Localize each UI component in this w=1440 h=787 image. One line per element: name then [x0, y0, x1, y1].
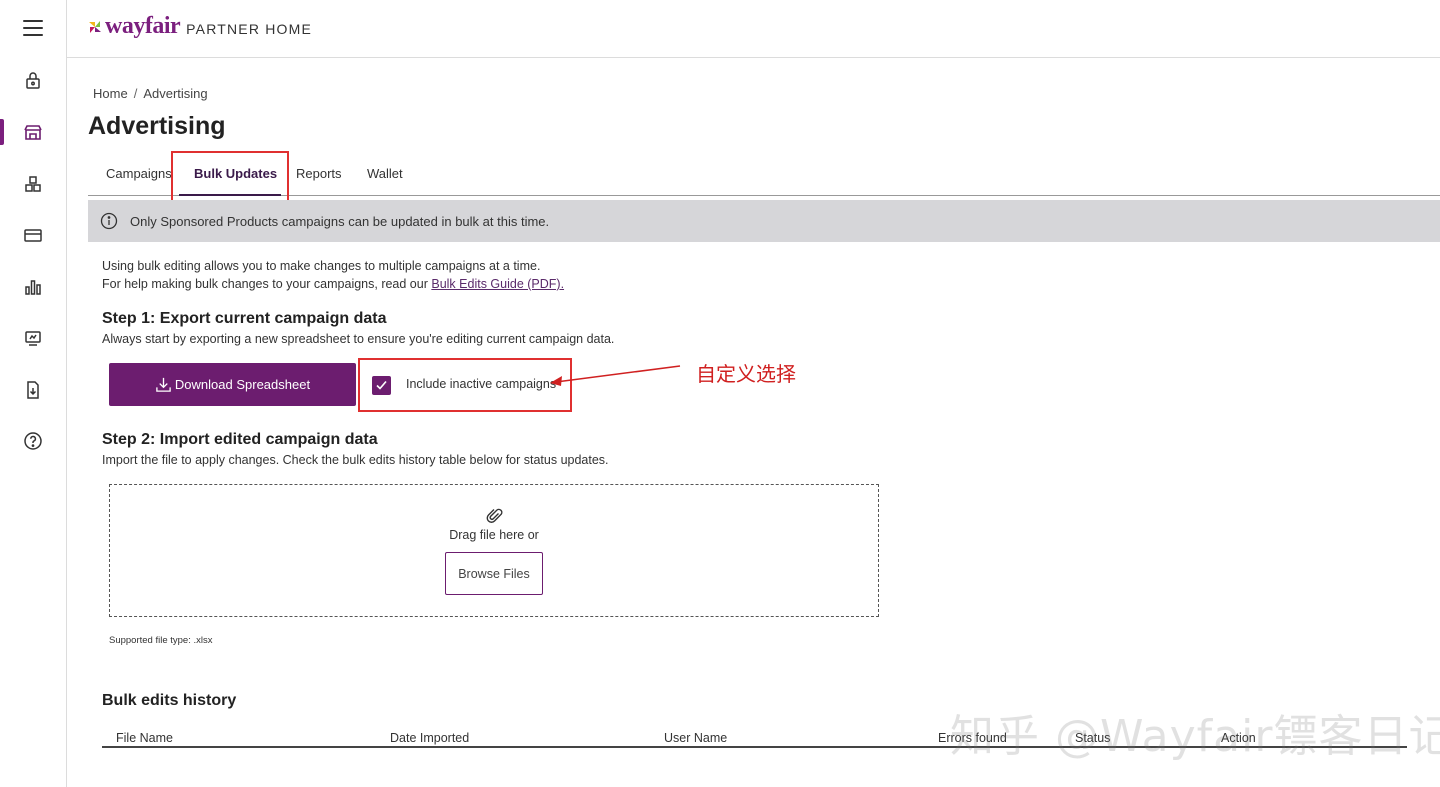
banner-text: Only Sponsored Products campaigns can be… [130, 213, 550, 229]
bar-chart-icon [25, 280, 41, 295]
drag-file-text: Drag file here or [449, 528, 539, 542]
col-user-name[interactable]: User Name [664, 731, 727, 745]
boxes-icon [25, 176, 41, 192]
tab-reports[interactable]: Reports [296, 166, 342, 181]
download-icon [156, 377, 171, 392]
info-banner: Only Sponsored Products campaigns can be… [88, 200, 1440, 242]
page-title: Advertising [88, 112, 226, 140]
card-icon [24, 229, 42, 242]
download-spreadsheet-button[interactable]: Download Spreadsheet [109, 363, 356, 406]
step1-title: Step 1: Export current campaign data [102, 310, 387, 327]
step2-description: Import the file to apply changes. Check … [102, 453, 609, 467]
paperclip-icon [486, 508, 503, 523]
col-date-imported[interactable]: Date Imported [390, 731, 469, 745]
top-bar: wayfair PARTNER HOME [67, 0, 1440, 58]
step2-title: Step 2: Import edited campaign data [102, 431, 378, 448]
tab-bar: Campaigns Bulk Updates Reports Wallet [88, 151, 1440, 203]
help-icon [24, 432, 42, 450]
wayfair-pinwheel-icon [89, 20, 101, 33]
include-inactive-checkbox[interactable] [372, 376, 391, 395]
hamburger-menu-icon[interactable] [23, 20, 43, 38]
bulk-edits-history-title: Bulk edits history [102, 692, 237, 709]
col-file-name[interactable]: File Name [116, 731, 173, 745]
checkbox-highlight-box: Include inactive campaigns [358, 358, 572, 412]
tab-highlight-box [171, 151, 289, 203]
rail-item-storefront[interactable] [0, 115, 66, 149]
file-dropzone[interactable]: Drag file here or Browse Files [109, 484, 879, 617]
storefront-icon [24, 125, 42, 140]
intro-text: Using bulk editing allows you to make ch… [102, 257, 564, 293]
step1-description: Always start by exporting a new spreadsh… [102, 332, 615, 346]
breadcrumb-current: Advertising [143, 86, 208, 101]
rail-item-boxes[interactable] [0, 167, 66, 201]
lock-bag-icon [26, 72, 40, 89]
rail-item-card[interactable] [0, 218, 66, 252]
annotation-text: 自定义选择 [696, 362, 796, 386]
watermark-text: 知乎 @Wayfair镖客日记 [950, 711, 1440, 762]
bulk-edits-guide-link[interactable]: Bulk Edits Guide (PDF). [431, 277, 564, 291]
brand-name: wayfair [105, 13, 181, 39]
download-doc-icon [27, 381, 39, 399]
wayfair-logo[interactable]: wayfair PARTNER HOME [87, 13, 312, 40]
side-rail [0, 0, 67, 787]
checkmark-icon [376, 380, 387, 390]
breadcrumb-separator: / [133, 86, 138, 101]
include-inactive-label[interactable]: Include inactive campaigns [406, 377, 556, 391]
rail-item-dashboard[interactable] [0, 321, 66, 355]
browse-files-button[interactable]: Browse Files [445, 552, 543, 595]
rail-item-reports[interactable] [0, 270, 66, 304]
rail-item-help[interactable] [0, 424, 66, 458]
intro-line-2: For help making bulk changes to your cam… [102, 277, 432, 291]
download-button-label: Download Spreadsheet [174, 377, 311, 392]
info-icon [100, 212, 118, 230]
supported-file-type: Supported file type: .xlsx [109, 635, 213, 646]
breadcrumb-home[interactable]: Home [93, 86, 128, 101]
tab-wallet[interactable]: Wallet [367, 166, 403, 181]
breadcrumb: Home / Advertising [93, 86, 208, 101]
brand-subtitle: PARTNER HOME [186, 20, 313, 37]
tab-campaigns[interactable]: Campaigns [106, 166, 172, 181]
rail-item-download-doc[interactable] [0, 373, 66, 407]
annotation-arrow-icon [550, 365, 681, 386]
rail-item-lock-bag[interactable] [0, 64, 66, 98]
intro-line-1: Using bulk editing allows you to make ch… [102, 259, 541, 273]
dashboard-icon [25, 331, 41, 346]
